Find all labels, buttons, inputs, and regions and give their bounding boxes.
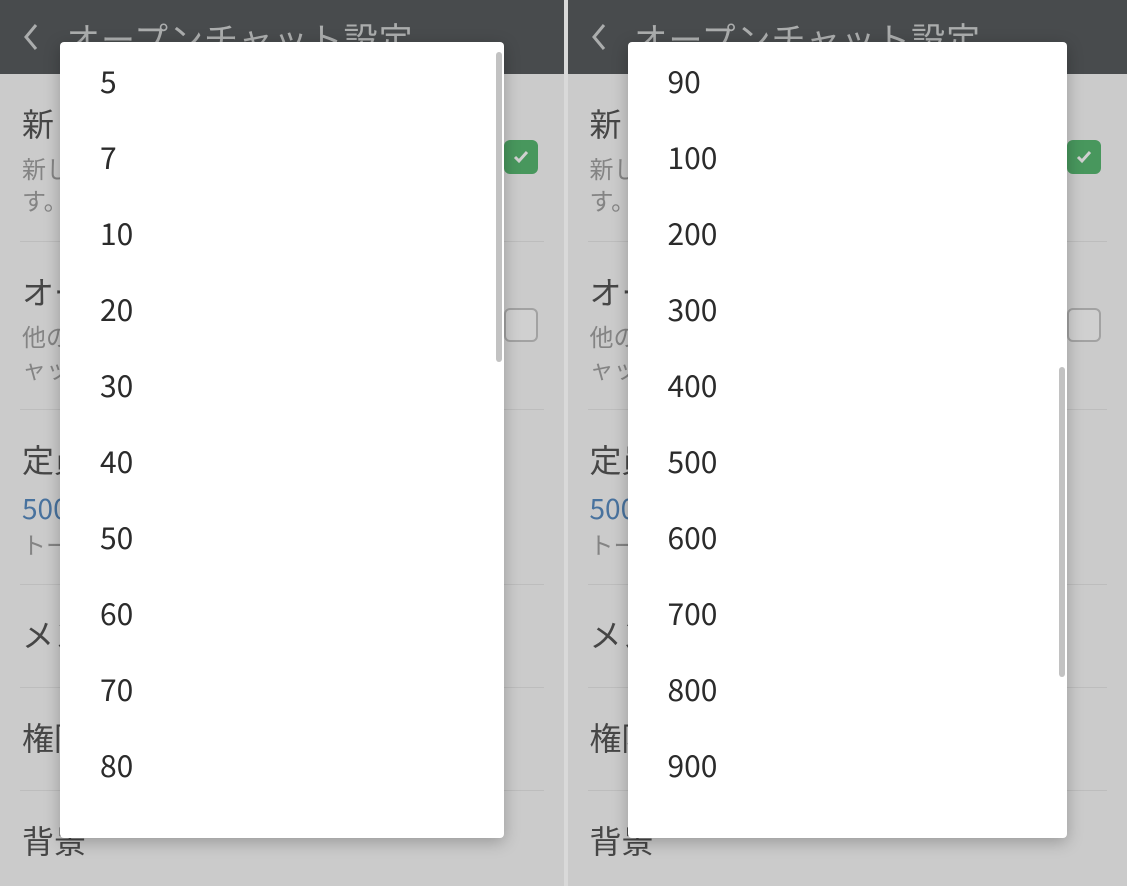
phone-left: オープンチャット設定 新し 新し す。 オー 他の ャッ xyxy=(0,0,564,886)
option-item[interactable]: 90 xyxy=(628,42,1068,118)
options-list[interactable]: 90100200300400500600700800900 xyxy=(628,42,1068,838)
option-item[interactable]: 20 xyxy=(60,270,504,346)
option-item[interactable]: 100 xyxy=(628,118,1068,194)
option-item[interactable]: 300 xyxy=(628,270,1068,346)
options-modal-left: 571020304050607080 xyxy=(60,42,504,838)
option-item[interactable]: 60 xyxy=(60,574,504,650)
option-item[interactable]: 7 xyxy=(60,118,504,194)
option-item[interactable]: 70 xyxy=(60,650,504,726)
options-modal-right: 90100200300400500600700800900 xyxy=(628,42,1068,838)
option-item[interactable]: 800 xyxy=(628,650,1068,726)
option-item[interactable]: 500 xyxy=(628,422,1068,498)
option-item[interactable]: 10 xyxy=(60,194,504,270)
option-item[interactable]: 900 xyxy=(628,726,1068,802)
option-item[interactable]: 30 xyxy=(60,346,504,422)
phone-right: オープンチャット設定 新し 新し す。 オー 他の ャッ xyxy=(564,0,1127,886)
option-item[interactable]: 80 xyxy=(60,726,504,802)
option-item[interactable]: 40 xyxy=(60,422,504,498)
option-item[interactable]: 5 xyxy=(60,42,504,118)
option-item[interactable]: 600 xyxy=(628,498,1068,574)
options-list[interactable]: 571020304050607080 xyxy=(60,42,504,838)
option-item[interactable]: 200 xyxy=(628,194,1068,270)
option-item[interactable]: 700 xyxy=(628,574,1068,650)
option-item[interactable]: 50 xyxy=(60,498,504,574)
scrollbar-thumb[interactable] xyxy=(496,52,502,362)
scrollbar-thumb[interactable] xyxy=(1059,367,1065,677)
option-item[interactable]: 400 xyxy=(628,346,1068,422)
